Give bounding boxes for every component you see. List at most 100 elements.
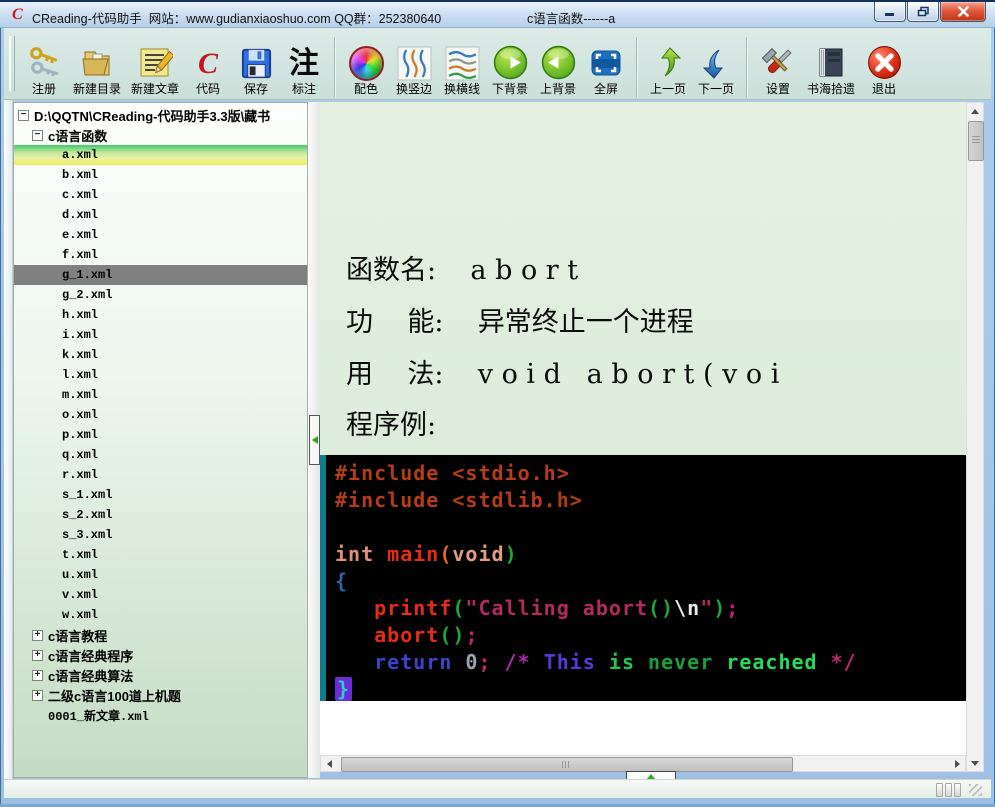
tree-item[interactable]: i.xml bbox=[14, 325, 307, 345]
function-purpose-line: 功 能: 异常终止一个进程 bbox=[346, 307, 694, 338]
toolbar-button-label: 设置 bbox=[766, 82, 791, 96]
tree-item[interactable]: u.xml bbox=[14, 565, 307, 585]
toolbar-button-save[interactable]: 保存 bbox=[233, 29, 279, 97]
minimize-button[interactable] bbox=[874, 2, 906, 22]
toolbar-button-keys[interactable]: 注册 bbox=[21, 29, 67, 97]
left-edge-strip bbox=[4, 100, 13, 779]
function-name-line: 函数名: a b o r t bbox=[346, 255, 579, 286]
toolbar-button-label: 退出 bbox=[872, 82, 897, 96]
tree-item[interactable]: f.xml bbox=[14, 245, 307, 265]
tree-item[interactable]: g_2.xml bbox=[14, 285, 307, 305]
tree-item[interactable]: c.xml bbox=[14, 185, 307, 205]
toolbar-button-next-background[interactable]: 下背景 bbox=[487, 29, 533, 97]
toolbar-button-settings[interactable]: 设置 bbox=[755, 29, 801, 97]
collapse-left-icon bbox=[311, 436, 318, 444]
scroll-right-button[interactable] bbox=[949, 756, 965, 771]
code-line: #include <stdlib.h> bbox=[335, 488, 583, 512]
tree-item-label: c语言经典算法 bbox=[48, 668, 134, 684]
tree-item[interactable]: + c语言经典算法 bbox=[14, 665, 307, 685]
tree-item[interactable]: o.xml bbox=[14, 405, 307, 425]
tree-item[interactable]: w.xml bbox=[14, 605, 307, 625]
tree-item[interactable]: d.xml bbox=[14, 205, 307, 225]
toolbar-button-palette[interactable]: 配色 bbox=[343, 29, 389, 97]
window-title: CReading-代码助手 网站：www.gudianxiaoshuo.com … bbox=[32, 12, 442, 26]
tree-item[interactable]: − D:\QQTN\CReading-代码助手3.3版\藏书 bbox=[14, 105, 307, 125]
toolbar-button-prev-background[interactable]: 上背景 bbox=[535, 29, 581, 97]
vertical-scroll-thumb[interactable] bbox=[968, 121, 984, 161]
tree-item-label: c.xml bbox=[62, 188, 99, 202]
vertical-scrollbar[interactable] bbox=[966, 102, 984, 772]
tree-item[interactable]: v.xml bbox=[14, 585, 307, 605]
toolbar-button-new-article[interactable]: 新建文章 bbox=[127, 29, 183, 97]
collapse-box-icon[interactable]: − bbox=[18, 109, 29, 121]
grip-bars-icon bbox=[934, 783, 961, 797]
tree-item[interactable]: g_1.xml bbox=[14, 265, 307, 285]
toolbar-button-next-page[interactable]: 下一页 bbox=[693, 29, 739, 97]
toolbar-button-fullscreen[interactable]: 全屏 bbox=[583, 29, 629, 97]
toolbar-button-vertical-waves[interactable]: 换竖边 bbox=[391, 29, 437, 97]
toolbar-button-label: 注册 bbox=[31, 82, 56, 96]
tree-item[interactable]: s_1.xml bbox=[14, 485, 307, 505]
toolbar-button-books[interactable]: 书海拾遗 bbox=[803, 29, 859, 97]
tree-item-label: s_3.xml bbox=[62, 528, 113, 542]
tree-item[interactable]: + c语言教程 bbox=[14, 625, 307, 645]
tree-item-label: b.xml bbox=[62, 168, 99, 182]
expand-box-icon[interactable]: + bbox=[32, 629, 43, 641]
tree-item[interactable]: b.xml bbox=[14, 165, 307, 185]
scroll-down-button[interactable] bbox=[967, 755, 983, 771]
tree-item-label: q.xml bbox=[62, 448, 99, 462]
status-bar bbox=[4, 779, 991, 798]
close-button[interactable] bbox=[940, 2, 986, 22]
toolbar-separator bbox=[636, 37, 639, 97]
toolbar-button-label: 上一页 bbox=[650, 82, 687, 96]
expand-box-icon[interactable]: + bbox=[32, 669, 43, 681]
tree-item[interactable]: + 二级c语言100道上机题 bbox=[14, 685, 307, 705]
tree-item[interactable]: a.xml bbox=[14, 145, 307, 165]
tree-item[interactable]: l.xml bbox=[14, 365, 307, 385]
expand-box-icon[interactable]: + bbox=[32, 649, 43, 661]
tree-item[interactable]: 0001_新文章.xml bbox=[14, 705, 307, 725]
scroll-left-button[interactable] bbox=[321, 756, 337, 771]
app-window: C CReading-代码助手 网站：www.gudianxiaoshuo.co… bbox=[0, 0, 995, 807]
text-cursor: } bbox=[335, 677, 353, 701]
next-background-icon bbox=[491, 39, 529, 81]
restore-button[interactable] bbox=[907, 2, 939, 22]
tree-item[interactable]: e.xml bbox=[14, 225, 307, 245]
tree-item-label: g_2.xml bbox=[62, 288, 113, 302]
tree-item[interactable]: q.xml bbox=[14, 445, 307, 465]
splitter-collapse-handle[interactable] bbox=[309, 415, 320, 465]
toolbar-separator bbox=[746, 37, 749, 97]
collapse-box-icon[interactable]: − bbox=[32, 129, 43, 141]
toolbar-button-annotate[interactable]: 注标注 bbox=[281, 29, 327, 97]
tree-item-label: t.xml bbox=[62, 548, 99, 562]
toolbar-button-horizontal-waves[interactable]: 换横线 bbox=[439, 29, 485, 97]
splitter[interactable] bbox=[308, 102, 320, 778]
toolbar-button-new-folder[interactable]: 新建目录 bbox=[69, 29, 125, 97]
toolbar-button-exit[interactable]: 退出 bbox=[861, 29, 907, 97]
tree-item-label: u.xml bbox=[62, 568, 99, 582]
resize-grip-icon[interactable] bbox=[969, 784, 982, 796]
code-block[interactable]: #include <stdio.h> #include <stdlib.h> in… bbox=[320, 455, 966, 701]
code-line: { bbox=[335, 569, 349, 593]
expand-box-icon[interactable]: + bbox=[32, 689, 43, 701]
tree-item[interactable]: m.xml bbox=[14, 385, 307, 405]
code-line: #include <stdio.h> bbox=[335, 461, 570, 485]
tree-item[interactable]: s_3.xml bbox=[14, 525, 307, 545]
tree-item[interactable]: h.xml bbox=[14, 305, 307, 325]
horizontal-scrollbar[interactable] bbox=[320, 755, 966, 772]
tree-item[interactable]: r.xml bbox=[14, 465, 307, 485]
toolbar-button-prev-page[interactable]: 上一页 bbox=[645, 29, 691, 97]
toolbar-button-label: 保存 bbox=[244, 82, 269, 96]
tree-item-label: r.xml bbox=[62, 468, 99, 482]
tree-item[interactable]: + c语言经典程序 bbox=[14, 645, 307, 665]
tree-item[interactable]: t.xml bbox=[14, 545, 307, 565]
scroll-up-button[interactable] bbox=[967, 103, 983, 119]
document-pane[interactable]: 函数名: a b o r t 功 能: 异常终止一个进程 用 法: v o i … bbox=[320, 102, 966, 755]
tree-item[interactable]: s_2.xml bbox=[14, 505, 307, 525]
tree-item[interactable]: − c语言函数 bbox=[14, 125, 307, 145]
vertical-waves-icon bbox=[395, 39, 433, 81]
toolbar-button-code-c[interactable]: C 代码 bbox=[185, 29, 231, 97]
tree-item[interactable]: k.xml bbox=[14, 345, 307, 365]
tree-item[interactable]: p.xml bbox=[14, 425, 307, 445]
horizontal-scroll-thumb[interactable] bbox=[341, 757, 793, 772]
